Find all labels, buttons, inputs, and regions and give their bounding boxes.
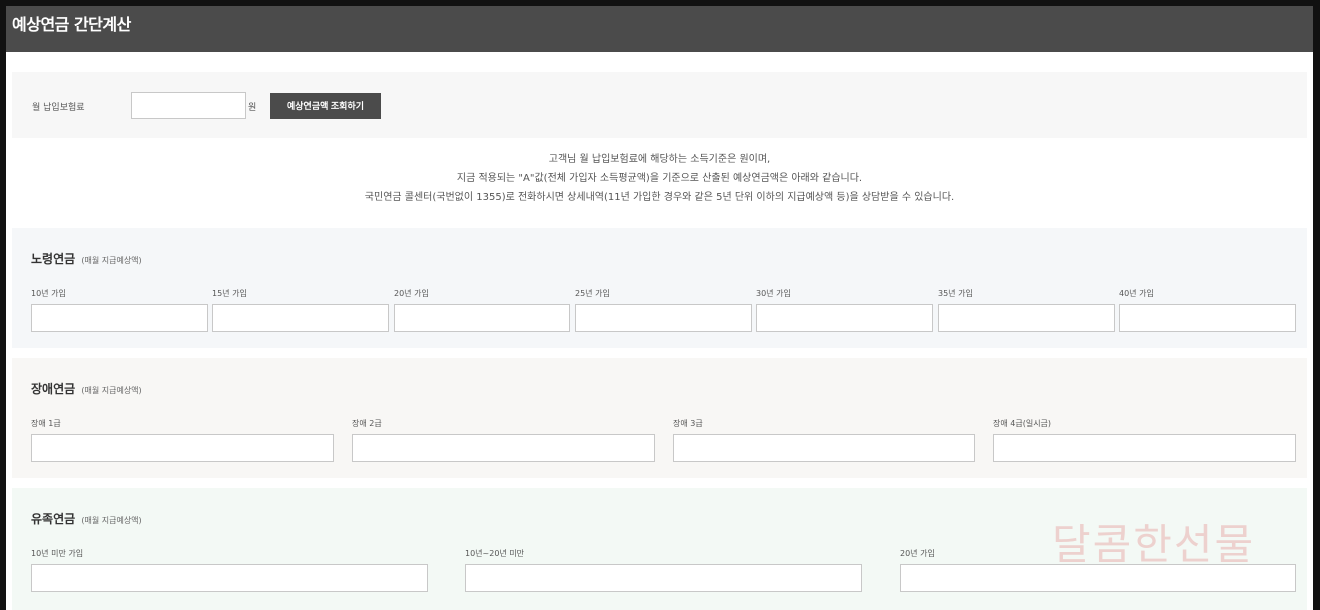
old-age-title-text: 노령연금 <box>31 252 76 266</box>
payment-input[interactable] <box>131 92 246 119</box>
lookup-button[interactable]: 예상연금액 조회하기 <box>270 93 381 119</box>
notice-text: 고객님 월 납입보험료에 해당하는 소득기준은 원이며, 지금 적용되는 "A"… <box>12 138 1307 228</box>
disability-label-3: 장애 3급 <box>673 419 703 428</box>
old-age-label-20: 20년 가입 <box>394 289 429 298</box>
disability-title: 장애연금 (매월 지급예상액) <box>31 380 142 397</box>
disability-section: 장애연금 (매월 지급예상액) 장애 1급 장애 2급 장애 3급 장애 4급(… <box>12 358 1307 478</box>
calculator-window: 예상연금 간단계산 월 납입보험료 원 예상연금액 조회하기 고객님 월 납입보… <box>6 6 1313 610</box>
old-age-field-40[interactable] <box>1119 304 1296 332</box>
old-age-label-30: 30년 가입 <box>756 289 791 298</box>
survivor-label-under10: 10년 미만 가입 <box>31 549 84 558</box>
old-age-field-25[interactable] <box>575 304 752 332</box>
old-age-title: 노령연금 (매월 지급예상액) <box>31 250 142 267</box>
notice-line-1: 고객님 월 납입보험료에 해당하는 소득기준은 원이며, <box>548 154 771 165</box>
old-age-label-35: 35년 가입 <box>938 289 973 298</box>
survivor-label-20: 20년 가입 <box>900 549 935 558</box>
notice-line-3: 국민연금 콜센터(국번없이 1355)로 전화하시면 상세내역(11년 가입한 … <box>364 192 955 203</box>
old-age-label-25: 25년 가입 <box>575 289 610 298</box>
disability-field-2[interactable] <box>352 434 655 462</box>
disability-field-3[interactable] <box>673 434 975 462</box>
watermark-text: 달콤한선물 <box>1052 520 1256 569</box>
survivor-subtitle: (매월 지급예상액) <box>81 516 142 525</box>
survivor-field-under10[interactable] <box>31 564 428 592</box>
old-age-field-35[interactable] <box>938 304 1115 332</box>
old-age-field-30[interactable] <box>756 304 933 332</box>
old-age-label-15: 15년 가입 <box>212 289 247 298</box>
old-age-field-15[interactable] <box>212 304 389 332</box>
survivor-title-text: 유족연금 <box>31 512 76 526</box>
payment-label: 월 납입보험료 <box>32 103 85 113</box>
disability-title-text: 장애연금 <box>31 382 76 396</box>
old-age-subtitle: (매월 지급예상액) <box>81 256 142 265</box>
disability-label-2: 장애 2급 <box>352 419 382 428</box>
old-age-label-10: 10년 가입 <box>31 289 66 298</box>
survivor-field-10to20[interactable] <box>465 564 862 592</box>
survivor-title: 유족연금 (매월 지급예상액) <box>31 510 142 527</box>
disability-label-1: 장애 1급 <box>31 419 61 428</box>
disability-subtitle: (매월 지급예상액) <box>81 386 142 395</box>
disability-field-1[interactable] <box>31 434 334 462</box>
old-age-section: 노령연금 (매월 지급예상액) 10년 가입 15년 가입 20년 가입 25년… <box>12 228 1307 348</box>
payment-row: 월 납입보험료 원 예상연금액 조회하기 <box>12 72 1307 138</box>
payment-unit: 원 <box>248 103 257 113</box>
top-spacer <box>12 52 1307 72</box>
notice-line-2: 지금 적용되는 "A"값(전체 가입자 소득평균액)을 기준으로 산출된 예상연… <box>456 173 863 184</box>
old-age-field-10[interactable] <box>31 304 208 332</box>
disability-field-4[interactable] <box>993 434 1296 462</box>
window-title: 예상연금 간단계산 <box>6 6 1313 52</box>
survivor-label-10to20: 10년~20년 미만 <box>465 549 525 558</box>
disability-label-4: 장애 4급(일시금) <box>993 419 1052 428</box>
old-age-field-20[interactable] <box>394 304 570 332</box>
old-age-label-40: 40년 가입 <box>1119 289 1154 298</box>
